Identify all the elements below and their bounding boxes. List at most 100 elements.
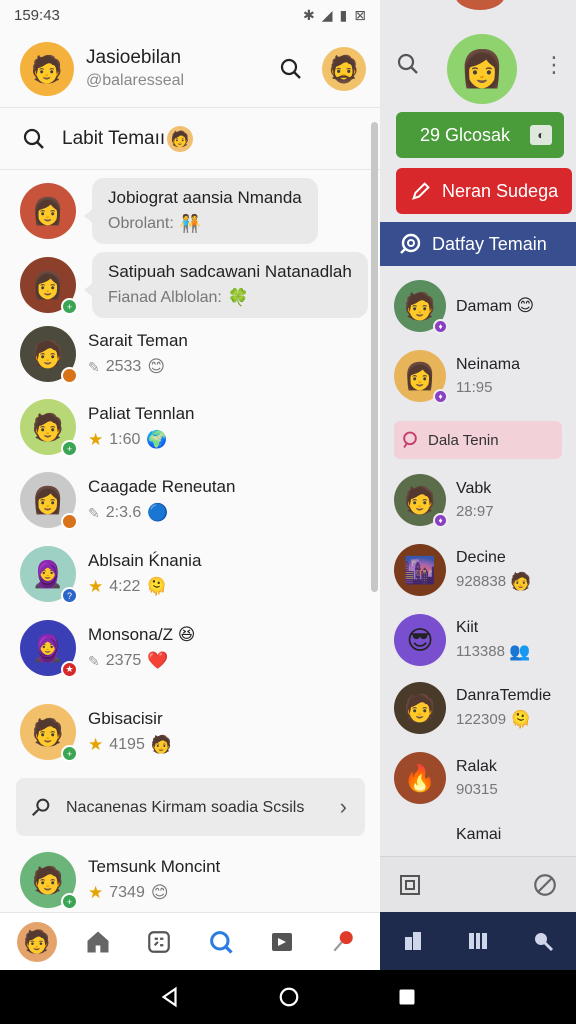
contact-sub: ✎ 2:3.6 🔵 bbox=[88, 503, 169, 522]
home-icon[interactable] bbox=[278, 986, 300, 1008]
section-avatar: 🧑 bbox=[167, 125, 194, 152]
red-action-button[interactable]: Neran Sudega bbox=[396, 168, 572, 214]
contact-sub: ★ 4:22 🫠 bbox=[88, 577, 168, 596]
contact-name: Temsunk Moncint bbox=[88, 857, 221, 876]
search-icon bbox=[397, 53, 418, 74]
columns-icon[interactable] bbox=[466, 929, 490, 953]
contact-name: Ablsain Ḱnania bbox=[88, 551, 202, 570]
avatar: 👩 + bbox=[20, 257, 78, 315]
message-bubble: Jobiograt aansia Nmanda Obrolant: 🧑‍🤝‍🧑 bbox=[84, 178, 318, 244]
more-options-icon[interactable]: ⋮ bbox=[543, 52, 565, 78]
search-icon bbox=[31, 798, 50, 817]
side-contact-row[interactable]: 👩 ♦ Neinama 11:95 bbox=[394, 350, 570, 404]
avatar: 🌆 bbox=[394, 544, 446, 596]
online-badge: + bbox=[61, 298, 78, 315]
star-icon: ★ bbox=[88, 735, 104, 754]
online-badge: + bbox=[61, 440, 78, 457]
block-icon[interactable] bbox=[532, 872, 558, 898]
info-notice[interactable]: Nacanenas Kirmam soadia Scsils › bbox=[16, 778, 365, 836]
section-pill-label: Dala Tenin bbox=[428, 431, 499, 449]
nav-messages[interactable] bbox=[262, 922, 302, 962]
section-pill[interactable]: Dala Tenin bbox=[394, 421, 562, 459]
contact-sub: 28:97 bbox=[456, 503, 494, 520]
side-contact-row[interactable]: 🧑 ♦ Vabk 28:97 bbox=[394, 474, 570, 528]
contact-sub: ★ 7349 😊 bbox=[88, 883, 169, 902]
red-button-label: Neran Sudega bbox=[442, 180, 559, 201]
contact-name: Gbisacisir bbox=[88, 709, 163, 728]
search-button[interactable] bbox=[274, 52, 308, 86]
avatar: 👩 ♦ bbox=[394, 350, 448, 404]
avatar: 😎 bbox=[394, 614, 446, 666]
building-icon[interactable] bbox=[401, 929, 425, 953]
notice-text: Nacanenas Kirmam soadia Scsils bbox=[66, 798, 305, 816]
recents-icon[interactable] bbox=[397, 987, 417, 1007]
star-icon: ★ bbox=[88, 883, 104, 902]
signal-icon: ◢ bbox=[321, 6, 333, 23]
nav-profile-avatar[interactable]: 🧑 bbox=[16, 921, 57, 962]
toggle-icon: ◐ bbox=[530, 125, 552, 145]
contact-row[interactable]: 👩 Caagade Reneutan ✎ 2:3.6 🔵 bbox=[20, 472, 370, 530]
nav-pin[interactable] bbox=[323, 922, 363, 962]
side-contact-row[interactable]: 🧑 DanraTemdie 122309 🫠 bbox=[394, 682, 570, 734]
contact-sub: 90315 bbox=[456, 781, 498, 798]
side-contact-row[interactable]: 🔥 Ralak 90315 bbox=[394, 752, 570, 804]
side-profile-avatar[interactable]: 👩 bbox=[447, 34, 517, 104]
contact-sub: 928838 🧑 bbox=[456, 571, 532, 591]
contact-sub: ✎ 2375 ❤️ bbox=[88, 651, 169, 670]
nav-home[interactable] bbox=[78, 922, 118, 962]
frame-icon[interactable] bbox=[398, 873, 422, 897]
contact-name: Satipuah sadcawani Natanadlah bbox=[108, 262, 352, 281]
pencil-icon: ✎ bbox=[88, 358, 100, 375]
contact-row[interactable]: 🧑 + Temsunk Moncint ★ 7349 😊 bbox=[20, 852, 370, 910]
side-toolbar bbox=[380, 856, 576, 912]
chevron-right-icon[interactable]: › bbox=[340, 794, 347, 820]
side-panel: 👩 ⋮ 29 Glcosak ◐ Neran Sudega Datfay Tem… bbox=[380, 0, 576, 970]
back-icon[interactable] bbox=[159, 986, 181, 1008]
contact-name: DanraTemdie bbox=[456, 686, 552, 704]
secondary-avatar[interactable]: 🧔 bbox=[322, 46, 366, 91]
side-search-button[interactable] bbox=[396, 52, 420, 81]
contact-name: Paliat Tennlan bbox=[88, 404, 195, 423]
top-avatar-partial bbox=[455, 0, 505, 10]
contact-row[interactable]: 🧑 + Gbisacisir ★ 4195 🧑 bbox=[20, 704, 370, 762]
side-contact-row[interactable]: 🌆 Decine 928838 🧑 bbox=[394, 544, 570, 596]
contact-row[interactable]: 🧕 ★ Monsona/Z 😆 ✎ 2375 ❤️ bbox=[20, 620, 370, 678]
scrollbar[interactable] bbox=[371, 122, 378, 592]
green-button-label: 29 Glcosak bbox=[420, 124, 511, 145]
home-icon bbox=[87, 931, 109, 952]
send-icon bbox=[271, 932, 292, 951]
avatar: 🧑 bbox=[394, 682, 446, 734]
nav-grid[interactable] bbox=[139, 922, 179, 962]
contact-row[interactable]: 🧑 Sarait Teman ✎ 2533 😊 bbox=[20, 326, 370, 384]
side-contact-row[interactable]: Kamai bbox=[456, 826, 570, 844]
chat-bubble-icon bbox=[403, 431, 417, 448]
green-action-button[interactable]: 29 Glcosak ◐ bbox=[396, 112, 564, 158]
friends-header[interactable]: Datfay Temain bbox=[380, 222, 576, 266]
avatar: 👩 bbox=[20, 183, 76, 239]
status-badge: ? bbox=[61, 587, 78, 604]
status-badge: ★ bbox=[61, 661, 78, 678]
side-contact-row[interactable]: 🧑 ♦ Damam 😊 bbox=[394, 280, 570, 334]
pencil-icon: ✎ bbox=[88, 504, 100, 521]
contact-row[interactable]: 🧑 + Paliat Tennlan ★ 1:60 🌍 bbox=[20, 399, 370, 457]
contact-sub: 11:95 bbox=[456, 379, 493, 396]
contact-sub: ✎ 2533 😊 bbox=[88, 357, 166, 376]
nfc-icon: ⊠ bbox=[354, 6, 366, 23]
nav-search[interactable] bbox=[201, 922, 241, 962]
contact-sub: 122309 🫠 bbox=[456, 709, 532, 729]
contact-row[interactable]: 👩 Jobiograt aansia Nmanda Obrolant: 🧑‍🤝‍… bbox=[20, 178, 370, 244]
contact-row[interactable]: 👩 + Satipuah sadcawani Natanadlah Fianad … bbox=[20, 252, 370, 318]
contact-sub: Obrolant: 🧑‍🤝‍🧑 bbox=[108, 214, 201, 233]
profile-avatar[interactable]: 🧑 bbox=[20, 41, 74, 96]
search-icon[interactable] bbox=[531, 929, 555, 953]
friends-section-header[interactable]: Labit Temaıı 🧑 bbox=[0, 108, 380, 170]
online-badge: + bbox=[61, 745, 78, 762]
profile-name: Jasioebilan bbox=[86, 47, 182, 68]
avatar: 🧑 bbox=[20, 326, 78, 384]
status-badge bbox=[61, 513, 78, 530]
contact-row[interactable]: 🧕? Ablsain Ḱnania ★ 4:22 🫠 bbox=[20, 546, 370, 604]
side-contact-row[interactable]: 😎 Kiit 113388 👥 bbox=[394, 614, 570, 666]
online-badge: + bbox=[61, 893, 78, 910]
friends-header-label: Datfay Temain bbox=[432, 233, 547, 254]
status-badge: ♦ bbox=[433, 319, 448, 334]
